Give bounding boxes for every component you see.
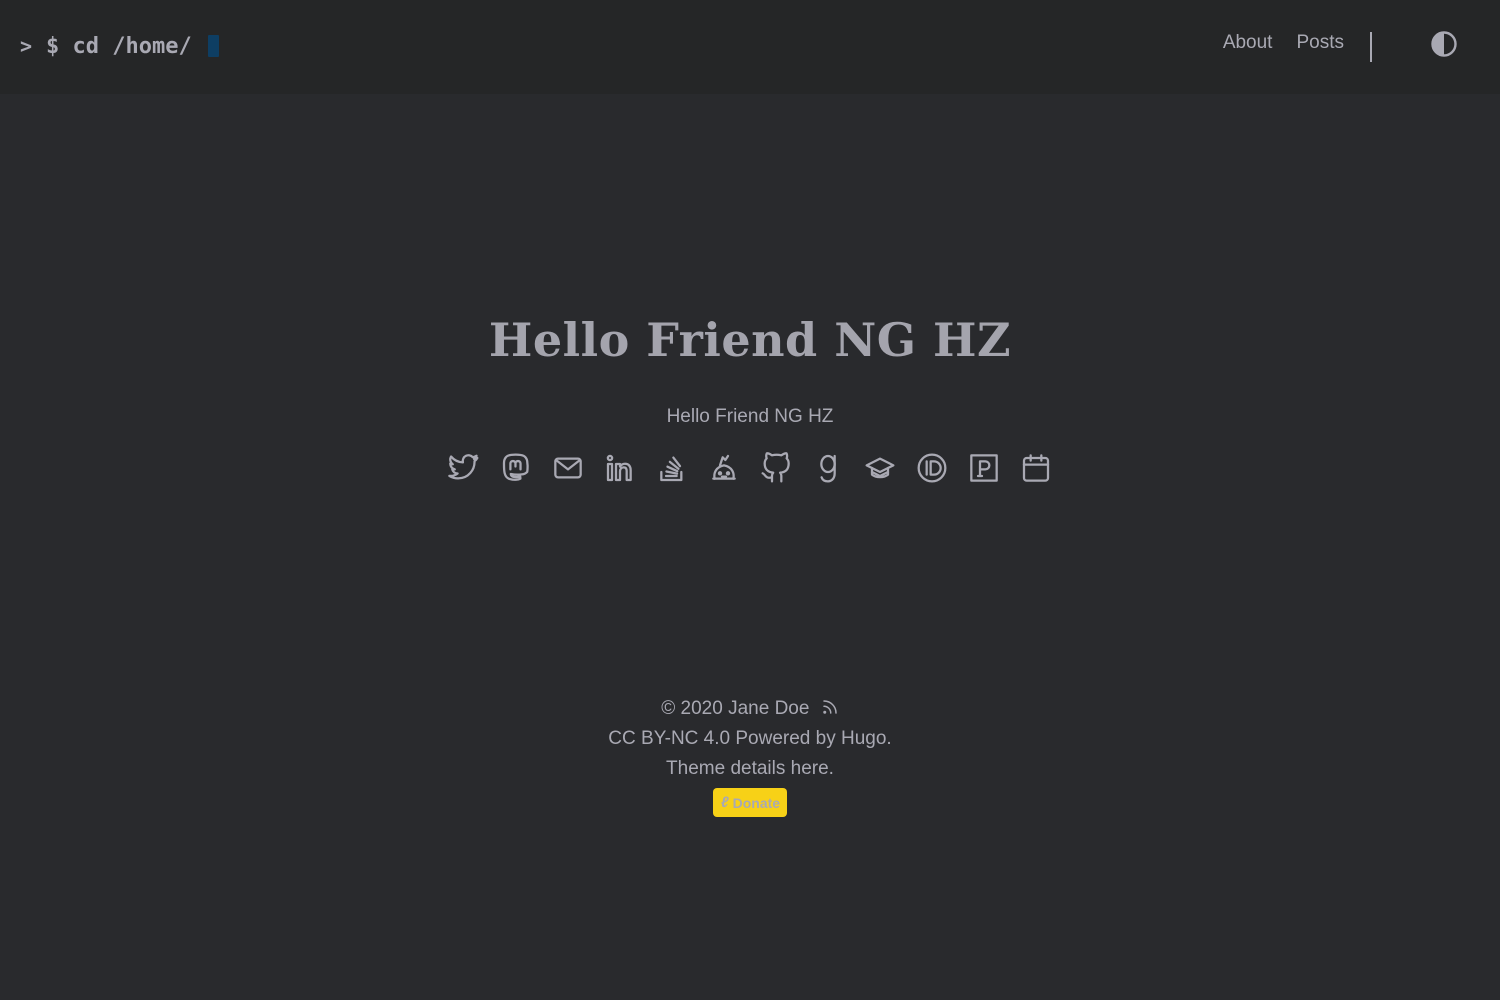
kaggle-link[interactable]	[708, 452, 740, 484]
nav-link-posts[interactable]: Posts	[1296, 32, 1344, 54]
linkedin-link[interactable]	[604, 452, 636, 484]
linkedin-icon	[606, 454, 632, 482]
site-footer: © 2020 Jane Doe CC BY-NC 4.0 Powered by …	[0, 694, 1500, 817]
page-subtitle: Hello Friend NG HZ	[666, 406, 834, 427]
calendar-icon	[1022, 454, 1050, 482]
page-title: Hello Friend NG HZ	[488, 313, 1012, 367]
orcid-icon	[917, 453, 947, 483]
mastodon-icon	[502, 453, 529, 481]
donate-button[interactable]: ℓ Donate	[712, 788, 788, 817]
logo-prompt: >	[20, 34, 33, 58]
stackoverflow-icon	[660, 456, 683, 482]
github-icon	[761, 452, 790, 483]
contrast-toggle-icon	[1431, 31, 1457, 57]
social-icons	[0, 452, 1500, 484]
copyright-text: © 2020 Jane Doe	[661, 698, 810, 719]
menu-divider	[1370, 32, 1372, 62]
github-link[interactable]	[760, 452, 792, 484]
site-header: > $ cd /home/ About Posts	[0, 0, 1500, 94]
license-line: CC BY-NC 4.0 Powered by Hugo.	[608, 728, 892, 749]
stackoverflow-link[interactable]	[656, 452, 688, 484]
nav-link-about[interactable]: About	[1223, 32, 1273, 54]
goodreads-link[interactable]	[812, 452, 844, 484]
orcid-link[interactable]	[916, 452, 948, 484]
calendar-link[interactable]	[1020, 452, 1052, 484]
liberapay-icon: ℓ	[720, 793, 729, 811]
kaggle-icon	[712, 454, 736, 480]
email-link[interactable]	[552, 452, 584, 484]
rss-icon	[822, 700, 837, 714]
home-content: Hello Friend NG HZ Hello Friend NG HZ	[0, 300, 1500, 484]
theme-toggle-button[interactable]	[1430, 30, 1458, 58]
email-icon	[554, 457, 582, 479]
mastodon-link[interactable]	[500, 452, 532, 484]
scholar-icon	[865, 457, 895, 479]
logo-cursor	[207, 35, 219, 57]
twitter-icon	[448, 454, 479, 480]
patreon-icon	[970, 454, 998, 482]
site-logo-link[interactable]: > $ cd /home/	[20, 30, 219, 62]
twitter-link[interactable]	[448, 452, 480, 484]
main-menu: About Posts	[1223, 32, 1344, 54]
logo-text: $ cd /home/	[46, 33, 192, 59]
patreon-link[interactable]	[968, 452, 1000, 484]
theme-line: Theme details here.	[666, 758, 834, 779]
rss-link[interactable]	[821, 696, 839, 714]
copyright-line: © 2020 Jane Doe	[0, 694, 1500, 724]
goodreads-icon	[820, 454, 836, 483]
donate-label: Donate	[732, 794, 781, 811]
scholar-link[interactable]	[864, 452, 896, 484]
